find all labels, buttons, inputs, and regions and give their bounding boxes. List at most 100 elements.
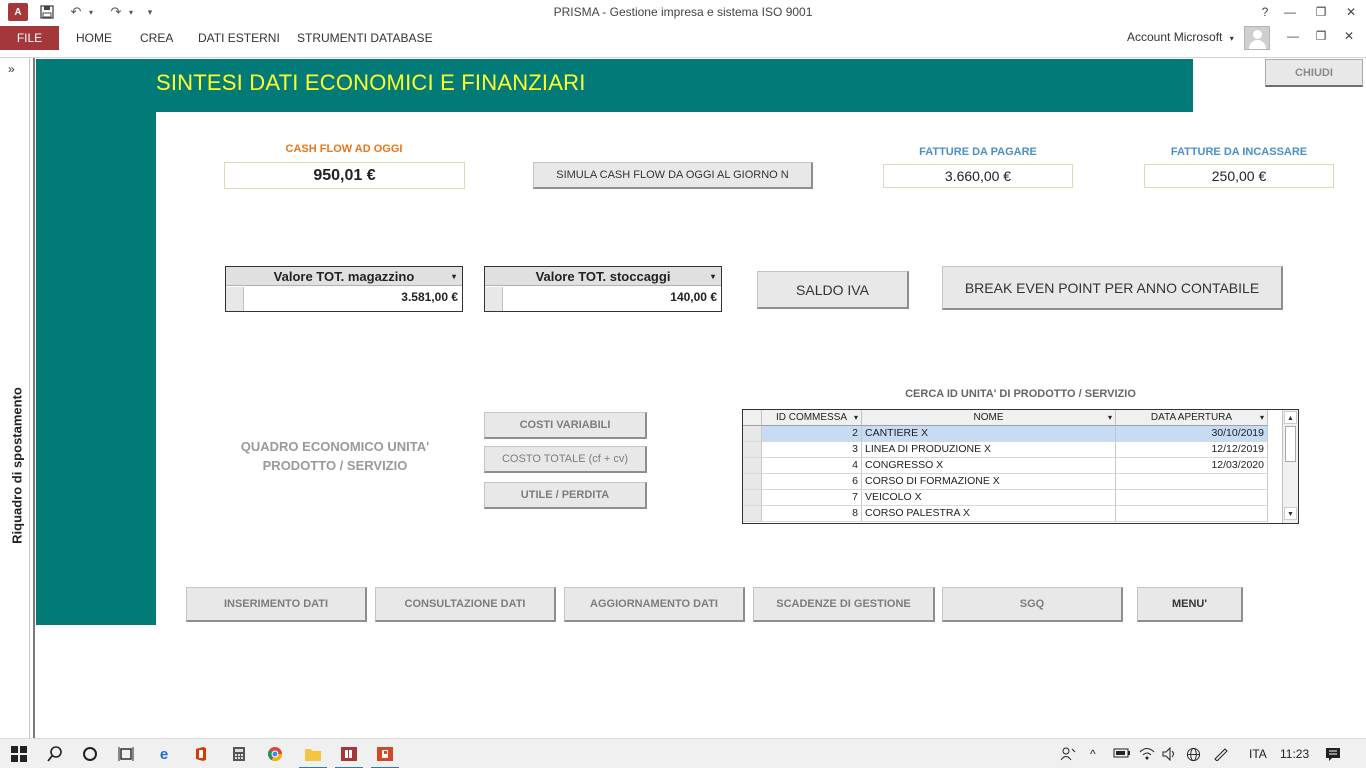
clock[interactable]: 11:23 xyxy=(1280,747,1309,761)
cell-id[interactable]: 2 xyxy=(762,426,862,442)
tab-file[interactable]: FILE xyxy=(0,26,59,50)
stoccaggi-subform[interactable]: Valore TOT. stoccaggi ▾ 140,00 € xyxy=(484,266,722,312)
office-icon[interactable] xyxy=(190,744,212,764)
scroll-up-icon[interactable]: ▲ xyxy=(1284,411,1297,424)
aggiornamento-dati-button[interactable]: AGGIORNAMENTO DATI xyxy=(564,587,745,622)
tab-home[interactable]: HOME xyxy=(76,31,112,45)
tab-strumenti-database[interactable]: STRUMENTI DATABASE xyxy=(297,31,433,45)
table-row[interactable]: 2 CANTIERE X 30/10/2019 xyxy=(743,426,1283,442)
close-form-button[interactable]: CHIUDI xyxy=(1265,59,1363,87)
scroll-down-icon[interactable]: ▼ xyxy=(1284,507,1297,520)
cell-id[interactable]: 7 xyxy=(762,490,862,506)
tab-crea[interactable]: CREA xyxy=(140,31,173,45)
chevron-down-icon[interactable]: ▾ xyxy=(452,272,456,281)
cell-nome[interactable]: CANTIERE X xyxy=(862,426,1116,442)
record-selector[interactable] xyxy=(485,287,503,311)
stoccaggi-header[interactable]: Valore TOT. stoccaggi ▾ xyxy=(485,267,721,286)
fatture-pagare-value[interactable]: 3.660,00 € xyxy=(883,164,1073,188)
cell-data[interactable] xyxy=(1116,490,1268,506)
table-row[interactable]: 4 CONGRESSO X 12/03/2020 xyxy=(743,458,1283,474)
cell-data[interactable] xyxy=(1116,474,1268,490)
row-selector[interactable] xyxy=(743,458,762,474)
row-selector[interactable] xyxy=(743,490,762,506)
file-explorer-taskbar[interactable] xyxy=(295,739,331,768)
globe-icon[interactable] xyxy=(1186,747,1201,765)
record-selector[interactable] xyxy=(226,287,244,311)
cell-nome[interactable]: LINEA DI PRODUZIONE X xyxy=(862,442,1116,458)
ribbon-restore-button[interactable]: ❐ xyxy=(1310,29,1332,43)
battery-icon[interactable] xyxy=(1113,747,1131,762)
grid-corner[interactable] xyxy=(743,410,762,426)
scroll-thumb[interactable] xyxy=(1285,426,1296,462)
stoccaggi-value[interactable]: 140,00 € xyxy=(505,290,717,304)
costo-totale-button[interactable]: COSTO TOTALE (cf + cv) xyxy=(484,446,647,473)
table-row[interactable]: 7 VEICOLO X xyxy=(743,490,1283,506)
cell-id[interactable]: 3 xyxy=(762,442,862,458)
cell-id[interactable]: 6 xyxy=(762,474,862,490)
fatture-incassare-value[interactable]: 250,00 € xyxy=(1144,164,1334,188)
cell-data[interactable] xyxy=(1116,506,1268,522)
help-button[interactable]: ? xyxy=(1253,3,1277,21)
row-selector[interactable] xyxy=(743,442,762,458)
cell-id[interactable]: 8 xyxy=(762,506,862,522)
sort-icon[interactable]: ▾ xyxy=(854,410,858,425)
grid-header-id[interactable]: ID COMMESSA ▾ xyxy=(762,410,862,426)
break-even-button[interactable]: BREAK EVEN POINT PER ANNO CONTABILE xyxy=(942,266,1283,310)
sort-icon[interactable]: ▾ xyxy=(1108,410,1112,425)
language-indicator[interactable]: ITA xyxy=(1249,747,1267,761)
expand-pane-icon[interactable]: » xyxy=(8,62,15,76)
magazzino-subform[interactable]: Valore TOT. magazzino ▾ 3.581,00 € xyxy=(225,266,463,312)
grid-scrollbar[interactable]: ▲ ▼ xyxy=(1282,410,1298,523)
navigation-pane[interactable]: » Riquadro di spostamento xyxy=(0,58,30,738)
menu-button[interactable]: MENU' xyxy=(1137,587,1243,622)
chrome-icon[interactable] xyxy=(264,744,286,764)
cell-nome[interactable]: CORSO PALESTRA X xyxy=(862,506,1116,522)
access-taskbar[interactable] xyxy=(331,739,367,768)
commesse-grid[interactable]: ID COMMESSA ▾ NOME ▾ DATA APERTURA ▾ 2 CANT… xyxy=(742,409,1299,524)
pen-icon[interactable] xyxy=(1213,747,1229,764)
sort-icon[interactable]: ▾ xyxy=(1260,410,1264,425)
inserimento-dati-button[interactable]: INSERIMENTO DATI xyxy=(186,587,367,622)
utile-perdita-button[interactable]: UTILE / PERDITA xyxy=(484,482,647,509)
ribbon-close-button[interactable]: ✕ xyxy=(1338,29,1360,43)
row-selector[interactable] xyxy=(743,426,762,442)
search-icon[interactable] xyxy=(44,744,66,764)
cell-nome[interactable]: VEICOLO X xyxy=(862,490,1116,506)
chevron-up-icon[interactable]: ^ xyxy=(1090,747,1096,761)
scadenze-gestione-button[interactable]: SCADENZE DI GESTIONE xyxy=(753,587,935,622)
notifications-icon[interactable] xyxy=(1325,747,1341,764)
chevron-down-icon[interactable]: ▾ xyxy=(711,272,715,281)
powerpoint-taskbar[interactable] xyxy=(367,739,403,768)
grid-header-data[interactable]: DATA APERTURA ▾ xyxy=(1116,410,1268,426)
account-menu[interactable]: Account Microsoft ▾ xyxy=(1127,30,1234,44)
row-selector[interactable] xyxy=(743,506,762,522)
cash-flow-value[interactable]: 950,01 € xyxy=(224,162,465,189)
cell-nome[interactable]: CORSO DI FORMAZIONE X xyxy=(862,474,1116,490)
restore-button[interactable]: ❐ xyxy=(1309,3,1333,21)
costi-variabili-button[interactable]: COSTI VARIABILI xyxy=(484,412,647,439)
avatar[interactable] xyxy=(1244,26,1270,50)
cell-id[interactable]: 4 xyxy=(762,458,862,474)
task-view-icon[interactable] xyxy=(115,744,137,764)
cell-data[interactable]: 12/12/2019 xyxy=(1116,442,1268,458)
table-row[interactable]: 6 CORSO DI FORMAZIONE X xyxy=(743,474,1283,490)
table-row[interactable]: 3 LINEA DI PRODUZIONE X 12/12/2019 xyxy=(743,442,1283,458)
table-row[interactable]: 8 CORSO PALESTRA X xyxy=(743,506,1283,522)
consultazione-dati-button[interactable]: CONSULTAZIONE DATI xyxy=(375,587,556,622)
sgq-button[interactable]: SGQ xyxy=(942,587,1123,622)
calculator-icon[interactable] xyxy=(228,744,250,764)
minimize-button[interactable]: — xyxy=(1278,3,1302,21)
magazzino-header[interactable]: Valore TOT. magazzino ▾ xyxy=(226,267,462,286)
network-icon[interactable] xyxy=(1139,747,1155,764)
volume-icon[interactable] xyxy=(1162,746,1178,764)
magazzino-value[interactable]: 3.581,00 € xyxy=(246,290,458,304)
row-selector[interactable] xyxy=(743,474,762,490)
cell-data[interactable]: 30/10/2019 xyxy=(1116,426,1268,442)
tab-dati-esterni[interactable]: DATI ESTERNI xyxy=(198,31,280,45)
people-icon[interactable] xyxy=(1060,747,1076,764)
simulate-cash-flow-button[interactable]: SIMULA CASH FLOW DA OGGI AL GIORNO N xyxy=(533,162,813,189)
cell-nome[interactable]: CONGRESSO X xyxy=(862,458,1116,474)
ribbon-minimize-button[interactable]: — xyxy=(1282,29,1304,43)
cortana-icon[interactable] xyxy=(79,744,101,764)
close-window-button[interactable]: ✕ xyxy=(1339,3,1363,21)
